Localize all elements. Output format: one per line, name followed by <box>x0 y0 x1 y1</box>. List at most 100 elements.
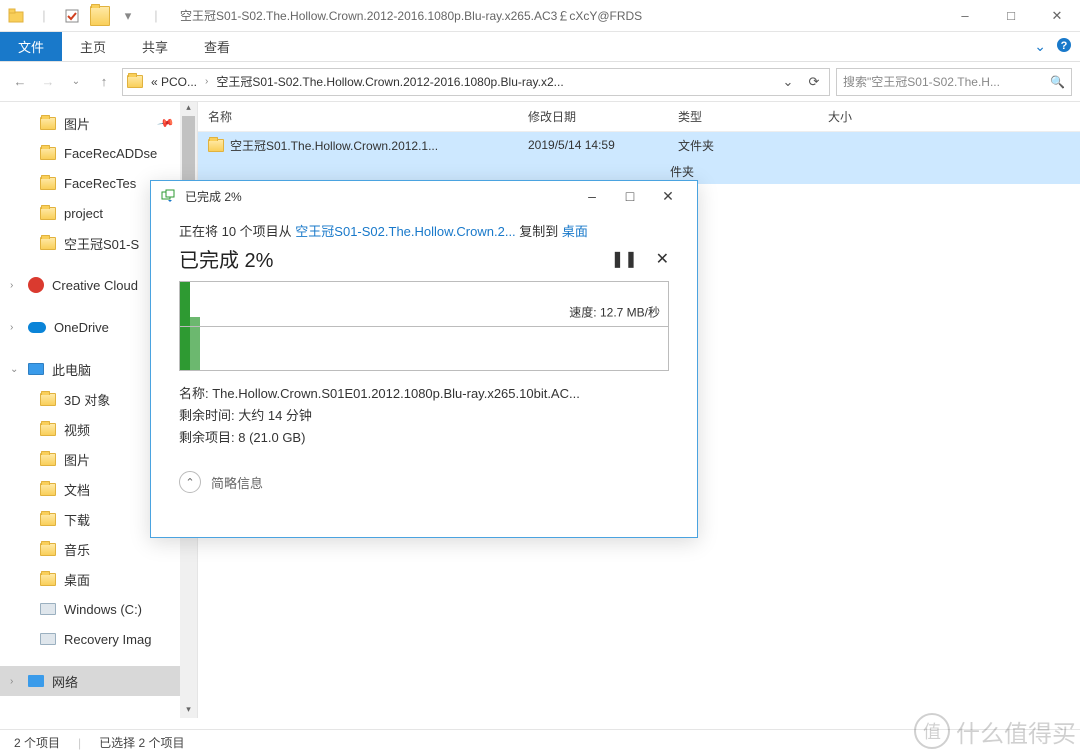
remaining-items: 8 (21.0 GB) <box>238 430 305 445</box>
disk-icon <box>40 633 56 645</box>
table-row[interactable]: 空王冠S01.The.Hollow.Crown.2012.1... 2019/5… <box>198 132 1080 158</box>
folder-icon <box>40 207 56 220</box>
chevron-right-icon[interactable]: › <box>10 280 13 291</box>
folder-icon <box>40 423 56 436</box>
watermark: 值什么值得买 <box>914 711 1076 751</box>
speed-label: 速度: 12.7 MB/秒 <box>567 303 662 320</box>
sidebar-item-label: 图片 <box>64 450 90 469</box>
folder-icon <box>40 237 56 250</box>
nav-up-button[interactable]: ↑ <box>92 70 116 94</box>
close-button[interactable]: ✕ <box>1034 0 1080 32</box>
breadcrumb-2[interactable]: 空王冠S01-S02.The.Hollow.Crown.2012-2016.10… <box>212 73 567 90</box>
column-headers: 名称 修改日期 类型 大小 <box>198 102 1080 132</box>
dialog-close-button[interactable]: ✕ <box>649 188 687 205</box>
remaining-time: 大约 14 分钟 <box>238 408 312 423</box>
network-icon <box>28 675 44 687</box>
quick-access-toolbar: | ▾ | <box>0 6 172 26</box>
breadcrumb-1[interactable]: « PCO... <box>147 75 201 89</box>
copy-source-link[interactable]: 空王冠S01-S02.The.Hollow.Crown.2... <box>295 224 515 239</box>
address-row: ← → ⌄ ↑ « PCO... › 空王冠S01-S02.The.Hollow… <box>0 62 1080 102</box>
disk-icon <box>40 603 56 615</box>
sidebar-item-label: 3D 对象 <box>64 390 110 409</box>
ribbon-expand-icon[interactable]: ⌄ <box>1034 38 1046 55</box>
sidebar-item-label: FaceRecTes <box>64 176 136 191</box>
checkbox-icon[interactable] <box>62 6 82 26</box>
fewer-details-label: 简略信息 <box>211 473 263 492</box>
svg-text:?: ? <box>1061 40 1068 52</box>
fewer-details-button[interactable]: ⌃ 简略信息 <box>179 471 669 493</box>
chevron-right-icon[interactable]: › <box>205 76 208 87</box>
nav-back-button[interactable]: ← <box>8 70 32 94</box>
chevron-right-icon[interactable]: › <box>10 322 13 333</box>
dialog-titlebar[interactable]: 已完成 2% – □ ✕ <box>151 181 697 211</box>
folder-icon <box>40 453 56 466</box>
tab-share[interactable]: 共享 <box>124 32 186 61</box>
chevron-up-icon: ⌃ <box>179 471 201 493</box>
sidebar-item-cdrive[interactable]: Windows (C:) <box>0 594 197 624</box>
help-icon[interactable]: ? <box>1056 37 1072 56</box>
sidebar-item-music[interactable]: 音乐 <box>0 534 197 564</box>
dialog-maximize-button[interactable]: □ <box>611 188 649 204</box>
app-icon <box>6 6 26 26</box>
status-count: 2 个项目 <box>14 734 60 751</box>
address-bar[interactable]: « PCO... › 空王冠S01-S02.The.Hollow.Crown.2… <box>122 68 830 96</box>
sidebar-item-pictures[interactable]: 图片📌 <box>0 108 197 138</box>
folder-icon <box>40 483 56 496</box>
col-date[interactable]: 修改日期 <box>518 108 668 125</box>
speed-graph: 速度: 12.7 MB/秒 <box>179 281 669 371</box>
sidebar-item-label: 桌面 <box>64 570 90 589</box>
folder-icon <box>40 513 56 526</box>
sidebar-item-label: 下载 <box>64 510 90 529</box>
sidebar-item-desktop[interactable]: 桌面 <box>0 564 197 594</box>
window-title: 空王冠S01-S02.The.Hollow.Crown.2012-2016.10… <box>172 7 942 24</box>
file-type: 文件夹 <box>668 137 818 154</box>
divider: | <box>34 6 54 26</box>
chevron-down-icon[interactable]: ⌄ <box>10 364 18 375</box>
sidebar-item-network[interactable]: › 网络 <box>0 666 197 696</box>
sidebar-item-facerecaddse[interactable]: FaceRecADDse <box>0 138 197 168</box>
sidebar-item-label: 音乐 <box>64 540 90 559</box>
scroll-up-icon[interactable]: ▴ <box>180 102 197 116</box>
folder-icon <box>208 139 224 152</box>
sidebar-item-label: 网络 <box>52 672 78 691</box>
creativecloud-icon <box>28 277 44 293</box>
folder-icon <box>90 6 110 26</box>
chevron-right-icon[interactable]: › <box>10 676 13 687</box>
search-placeholder: 搜索"空王冠S01-S02.The.H... <box>843 73 1050 90</box>
copy-icon <box>161 188 177 204</box>
file-type: 件夹 <box>668 163 818 180</box>
current-file: The.Hollow.Crown.S01E01.2012.1080p.Blu-r… <box>212 386 580 401</box>
cancel-button[interactable]: ✕ <box>656 249 669 269</box>
folder-icon <box>40 147 56 160</box>
onedrive-icon <box>28 322 46 333</box>
folder-icon <box>127 75 143 88</box>
folder-icon <box>40 393 56 406</box>
copy-details: 名称: The.Hollow.Crown.S01E01.2012.1080p.B… <box>179 383 669 449</box>
ribbon: 文件 主页 共享 查看 ⌄ ? <box>0 32 1080 62</box>
sidebar-item-label: Creative Cloud <box>52 278 138 293</box>
scroll-down-icon[interactable]: ▾ <box>180 704 197 718</box>
minimize-button[interactable]: – <box>942 0 988 32</box>
folder-icon <box>40 573 56 586</box>
sidebar-item-label: OneDrive <box>54 320 109 335</box>
tab-view[interactable]: 查看 <box>186 32 248 61</box>
tab-file[interactable]: 文件 <box>0 32 62 61</box>
copy-dest-link[interactable]: 桌面 <box>562 224 588 239</box>
col-size[interactable]: 大小 <box>818 108 918 125</box>
col-name[interactable]: 名称 <box>198 108 518 125</box>
pin-icon: 📌 <box>157 114 176 133</box>
nav-recent-button[interactable]: ⌄ <box>64 70 88 94</box>
qat-dropdown[interactable]: ▾ <box>118 6 138 26</box>
nav-forward-button[interactable]: → <box>36 70 60 94</box>
col-type[interactable]: 类型 <box>668 108 818 125</box>
sidebar-item-recovery[interactable]: Recovery Imag <box>0 624 197 654</box>
tab-home[interactable]: 主页 <box>62 32 124 61</box>
maximize-button[interactable]: □ <box>988 0 1034 32</box>
dialog-minimize-button[interactable]: – <box>573 188 611 204</box>
search-input[interactable]: 搜索"空王冠S01-S02.The.H... 🔍 <box>836 68 1072 96</box>
window-controls: – □ ✕ <box>942 0 1080 32</box>
search-icon[interactable]: 🔍 <box>1050 75 1065 89</box>
pause-button[interactable]: ❚❚ <box>611 249 638 269</box>
refresh-button[interactable]: ⟳ <box>803 74 825 90</box>
address-dropdown[interactable]: ⌄ <box>777 74 799 90</box>
